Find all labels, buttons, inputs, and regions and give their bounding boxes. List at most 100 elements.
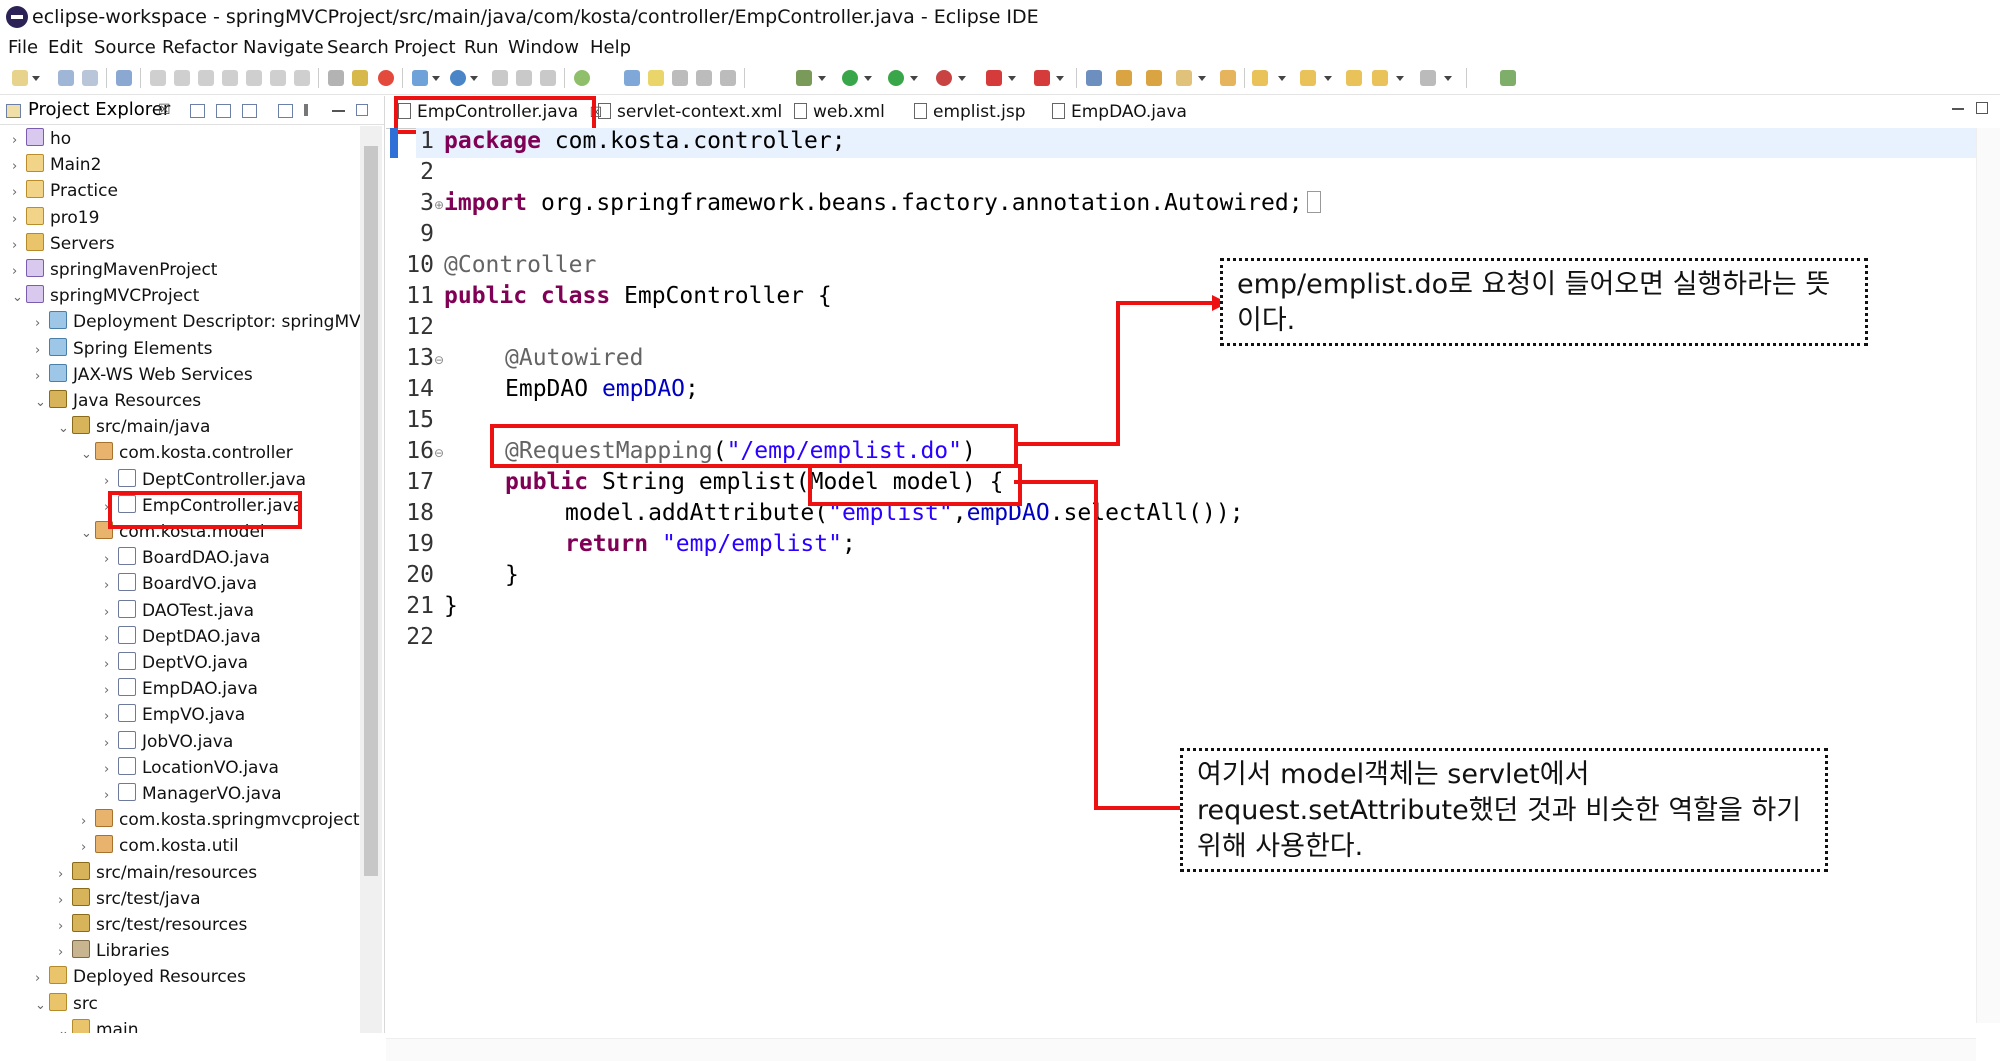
highlight-icon[interactable]: [648, 70, 664, 86]
tree-item[interactable]: › EmpVO.java: [104, 702, 245, 728]
tree-item[interactable]: › src/main/resources: [58, 860, 257, 886]
fold-collapse-icon[interactable]: ⊖: [434, 446, 444, 460]
menu-edit[interactable]: Edit: [48, 34, 83, 62]
tree-item[interactable]: › ManagerVO.java: [104, 781, 282, 807]
chevron-right-icon[interactable]: ›: [81, 835, 95, 861]
pin-icon[interactable]: [696, 70, 712, 86]
chevron-right-icon[interactable]: ›: [58, 862, 72, 888]
chevron-down-icon[interactable]: [864, 76, 872, 81]
tree-item[interactable]: ⌄ com.kosta.controller: [81, 440, 293, 466]
maximize-icon[interactable]: [1976, 102, 1988, 114]
tree-item[interactable]: › springMavenProject: [12, 257, 217, 283]
chevron-right-icon[interactable]: ›: [35, 364, 49, 390]
chevron-right-icon[interactable]: ›: [12, 233, 26, 259]
chevron-right-icon[interactable]: ›: [12, 180, 26, 206]
horizontal-scrollbar[interactable]: [386, 1038, 1976, 1061]
chevron-down-icon[interactable]: [1324, 76, 1332, 81]
suspend-icon[interactable]: [174, 70, 190, 86]
editor-scrollbar[interactable]: [1976, 128, 2000, 1023]
chevron-right-icon[interactable]: ›: [104, 573, 118, 599]
search-icon[interactable]: [624, 70, 640, 86]
task-icon[interactable]: [352, 70, 368, 86]
chevron-right-icon[interactable]: ›: [104, 626, 118, 652]
focus-icon[interactable]: [278, 104, 293, 118]
open-perspective-icon[interactable]: [1500, 70, 1516, 86]
scrollbar-thumb[interactable]: [364, 146, 378, 876]
tree-item[interactable]: › Libraries: [58, 938, 169, 964]
stop-server-icon[interactable]: [986, 70, 1002, 86]
folded-block-icon[interactable]: [1306, 191, 1321, 213]
chevron-right-icon[interactable]: ›: [81, 809, 95, 835]
chevron-right-icon[interactable]: ›: [104, 600, 118, 626]
tree-item[interactable]: › Deployment Descriptor: springMVCP: [35, 309, 360, 335]
next-annotation-down-icon[interactable]: [1252, 70, 1268, 86]
chevron-right-icon[interactable]: ›: [58, 888, 72, 914]
chevron-right-icon[interactable]: ›: [104, 547, 118, 573]
tree-item[interactable]: › DeptVO.java: [104, 650, 248, 676]
chevron-down-icon[interactable]: ⌄: [81, 521, 95, 547]
tab-web-xml[interactable]: web.xml: [794, 98, 885, 126]
project-explorer-title[interactable]: Project Explorer: [28, 96, 170, 124]
step-return-icon[interactable]: [294, 70, 310, 86]
fold-expand-icon[interactable]: ⊕: [434, 198, 444, 212]
fold-collapse-icon[interactable]: ⊖: [434, 353, 444, 367]
chevron-right-icon[interactable]: ›: [12, 207, 26, 233]
tab-servlet-context[interactable]: servlet-context.xml: [598, 98, 782, 126]
chevron-right-icon[interactable]: ›: [104, 783, 118, 809]
new-java-project-icon[interactable]: [1086, 70, 1102, 86]
tree-item[interactable]: › src/test/resources: [58, 912, 247, 938]
chevron-right-icon[interactable]: ›: [12, 154, 26, 180]
maximize-icon[interactable]: [356, 104, 368, 116]
new-spring-bean-icon[interactable]: [1176, 70, 1192, 86]
chevron-down-icon[interactable]: [1008, 76, 1016, 81]
chevron-down-icon[interactable]: [1198, 76, 1206, 81]
tree-item[interactable]: › src/test/java: [58, 886, 201, 912]
chevron-right-icon[interactable]: ›: [104, 704, 118, 730]
collapse-all-icon[interactable]: [190, 104, 205, 118]
link-with-editor-icon[interactable]: [216, 104, 231, 118]
view-menu-icon[interactable]: [304, 104, 308, 116]
chevron-down-icon[interactable]: [1444, 76, 1452, 81]
coverage-icon[interactable]: [888, 70, 904, 86]
chevron-right-icon[interactable]: ›: [58, 914, 72, 940]
chevron-right-icon[interactable]: ›: [12, 259, 26, 285]
save-icon[interactable]: [58, 70, 74, 86]
menu-navigate[interactable]: Navigate: [243, 34, 324, 62]
chevron-right-icon[interactable]: ›: [35, 338, 49, 364]
tree-item[interactable]: ⌄ main: [58, 1017, 138, 1033]
chevron-right-icon[interactable]: ›: [104, 731, 118, 757]
external-tools-icon[interactable]: [936, 70, 952, 86]
chevron-down-icon[interactable]: [1396, 76, 1404, 81]
tree-item[interactable]: › BoardVO.java: [104, 571, 257, 597]
menu-run[interactable]: Run: [464, 34, 499, 62]
step-over-icon[interactable]: [270, 70, 286, 86]
step-into-icon[interactable]: [246, 70, 262, 86]
menu-search[interactable]: Search: [327, 34, 389, 62]
tree-item[interactable]: › com.kosta.util: [81, 833, 239, 859]
chevron-right-icon[interactable]: ›: [12, 128, 26, 154]
last-edit-icon[interactable]: [672, 70, 688, 86]
terminate-icon[interactable]: [198, 70, 214, 86]
chevron-down-icon[interactable]: [432, 76, 440, 81]
tree-item[interactable]: ⌄ src/main/java: [58, 414, 210, 440]
toggle-format-icon[interactable]: [328, 70, 344, 86]
open-type-icon[interactable]: [116, 70, 132, 86]
forward-icon[interactable]: [1420, 70, 1436, 86]
tree-item[interactable]: › JAX-WS Web Services: [35, 362, 253, 388]
prev-annotation-up-icon[interactable]: [1300, 70, 1316, 86]
minimize-icon[interactable]: [332, 110, 345, 112]
tree-item[interactable]: › pro19: [12, 205, 99, 231]
chevron-right-icon[interactable]: ›: [104, 652, 118, 678]
chevron-right-icon[interactable]: ›: [58, 940, 72, 966]
tab-empdao[interactable]: EmpDAO.java: [1052, 98, 1187, 126]
prev-annotation-icon[interactable]: [492, 70, 508, 86]
menu-source[interactable]: Source: [94, 34, 156, 62]
chevron-down-icon[interactable]: [818, 76, 826, 81]
chevron-down-icon[interactable]: [1056, 76, 1064, 81]
chevron-down-icon[interactable]: [910, 76, 918, 81]
last-edit-location-icon[interactable]: [1346, 70, 1362, 86]
tab-emplist-jsp[interactable]: emplist.jsp: [914, 98, 1026, 126]
server-icon[interactable]: [412, 70, 428, 86]
tree-item[interactable]: › DeptDAO.java: [104, 624, 261, 650]
menu-window[interactable]: Window: [508, 34, 579, 62]
